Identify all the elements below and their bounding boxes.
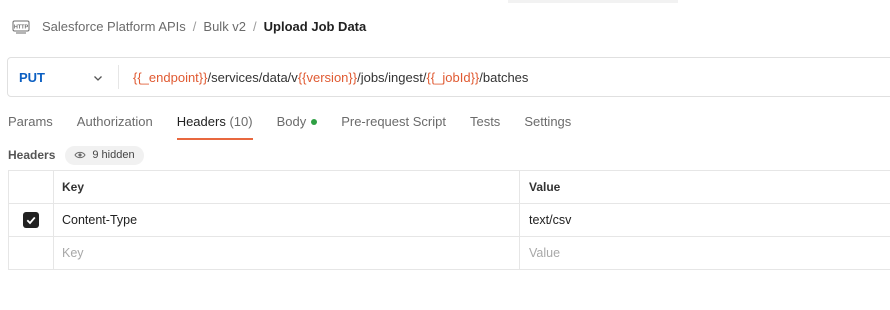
tab-body[interactable]: Body (277, 110, 318, 138)
new-key-input[interactable]: Key (54, 237, 520, 269)
table-row-new: Key Value (8, 237, 890, 270)
tab-label: Tests (469, 114, 501, 129)
tab-label: Authorization (76, 114, 153, 129)
url-segment: /jobs/ingest/ (357, 69, 427, 85)
url-variable: {{_jobId}} (426, 69, 480, 85)
breadcrumb: HTTP Salesforce Platform APIs / Bulk v2 … (12, 15, 366, 37)
chevron-down-icon (92, 72, 104, 87)
tab-tests[interactable]: Tests (470, 110, 500, 138)
new-value-input[interactable]: Value (520, 237, 890, 269)
headers-label: Headers (8, 148, 56, 162)
tab-label: Pre-request Script (341, 114, 446, 129)
breadcrumb-item-folder[interactable]: Bulk v2 (203, 19, 246, 34)
table-header-row: Key Value (8, 171, 890, 204)
column-header-key: Key (54, 171, 520, 203)
breadcrumb-item-collection[interactable]: Salesforce Platform APIs (42, 19, 186, 34)
tab-settings[interactable]: Settings (524, 110, 571, 138)
tab-params[interactable]: Params (8, 110, 53, 138)
url-segment: /batches (479, 69, 529, 85)
header-value-field[interactable]: text/csv (520, 204, 890, 236)
url-variable: {{version}} (297, 69, 358, 85)
request-tabs: Params Authorization Headers (10) Body Pre-r… (8, 110, 595, 140)
eye-icon (74, 150, 86, 160)
headers-toolbar: Headers 9 hidden (8, 145, 144, 165)
svg-text:HTTP: HTTP (14, 25, 29, 31)
http-method-label: PUT (19, 69, 45, 85)
http-method-select[interactable]: PUT (8, 58, 118, 96)
tab-authorization[interactable]: Authorization (77, 110, 153, 138)
tab-label: Headers (176, 114, 226, 129)
header-enabled-checkbox[interactable] (23, 212, 39, 228)
checkmark-icon (26, 216, 36, 225)
url-input[interactable]: {{_endpoint}}/services/data/v{{version}}… (119, 70, 528, 85)
breadcrumb-separator: / (253, 18, 257, 34)
http-request-icon: HTTP (12, 17, 30, 35)
breadcrumb-separator: / (192, 18, 197, 34)
headers-table: Key Value Content-Type text/csv Key Valu… (8, 170, 890, 270)
row-check-cell (8, 204, 54, 236)
header-key-field[interactable]: Content-Type (54, 204, 520, 236)
tab-count: (10) (225, 114, 253, 129)
row-check-cell (8, 237, 54, 269)
tab-label: Params (8, 114, 53, 129)
request-title[interactable]: Upload Job Data (264, 19, 367, 34)
body-indicator-dot-icon (311, 118, 318, 125)
tab-headers[interactable]: Headers (10) (176, 110, 253, 140)
url-variable: {{_endpoint}} (133, 69, 208, 85)
tab-label: Settings (524, 114, 572, 129)
hidden-headers-toggle[interactable]: 9 hidden (65, 145, 144, 165)
table-row: Content-Type text/csv (8, 204, 890, 237)
tab-label: Body (276, 114, 307, 129)
top-tab-strip (508, 0, 678, 3)
url-segment: /services/data/v (207, 69, 298, 85)
hidden-headers-count: 9 hidden (92, 149, 135, 161)
column-header-value: Value (529, 180, 561, 194)
header-check-cell (8, 171, 54, 203)
request-url-bar: PUT {{_endpoint}}/services/data/v{{versi… (7, 57, 890, 97)
tab-pre-request-script[interactable]: Pre-request Script (341, 110, 446, 138)
